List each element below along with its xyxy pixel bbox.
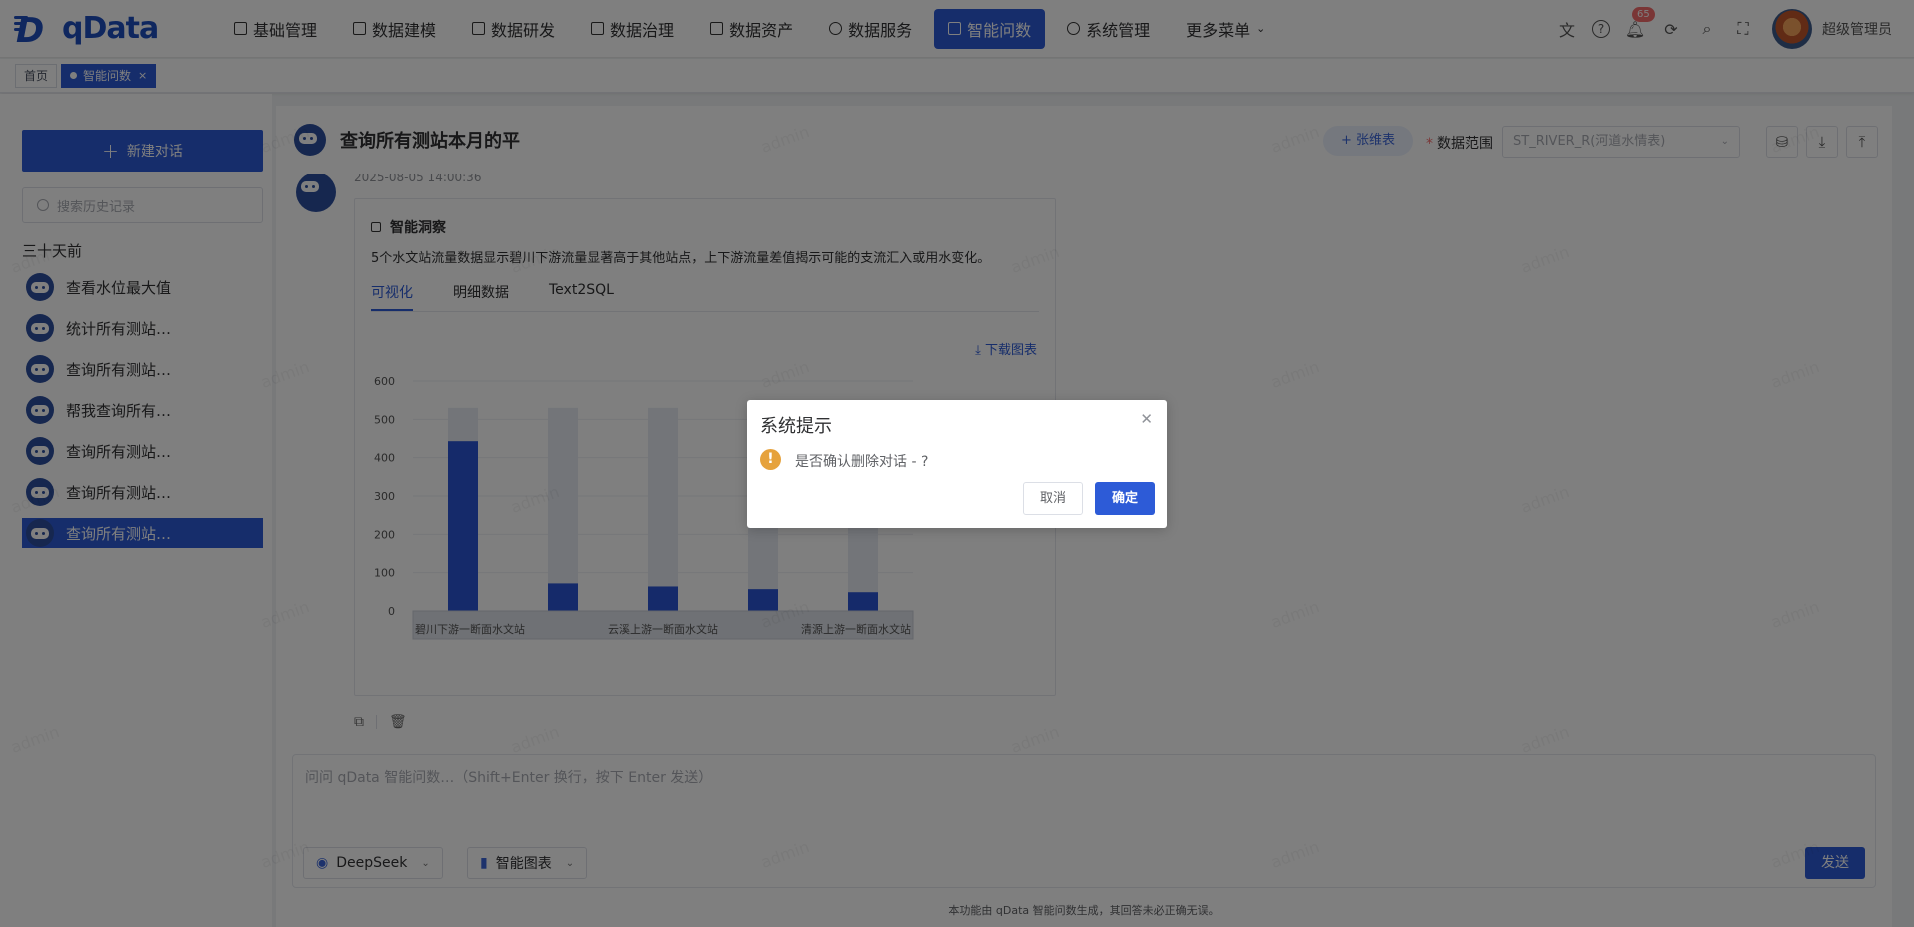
dialog-message: 是否确认删除对话 - ? [795, 454, 929, 470]
dialog-title: 系统提示 [760, 416, 832, 437]
confirm-dialog: 系统提示 ✕ ! 是否确认删除对话 - ? 取消 确定 [747, 400, 1167, 528]
confirm-button[interactable]: 确定 [1095, 482, 1155, 515]
warning-icon: ! [760, 449, 781, 470]
cancel-button[interactable]: 取消 [1023, 482, 1083, 515]
close-icon[interactable]: ✕ [1140, 410, 1153, 428]
